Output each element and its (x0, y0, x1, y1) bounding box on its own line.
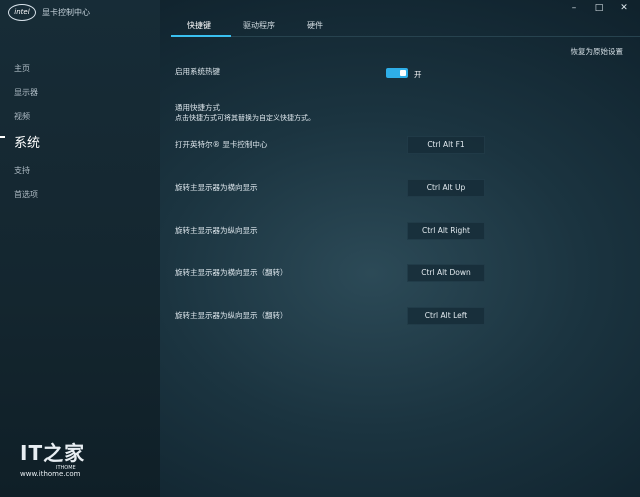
shortcut-label: 旋转主显示器为纵向显示（翻转） (175, 311, 288, 320)
shortcut-label: 旋转主显示器为横向显示（翻转） (175, 268, 288, 277)
sidebar-item-video[interactable]: 视频 (0, 105, 160, 129)
tab-hotkeys[interactable]: 快捷键 (171, 16, 227, 36)
enable-hotkeys-toggle[interactable] (386, 68, 408, 78)
sidebar-item-system[interactable]: 系统 (0, 129, 160, 159)
shortcut-key-button[interactable]: Ctrl Alt Left (407, 307, 485, 325)
shortcut-key-button[interactable]: Ctrl Alt Down (407, 264, 485, 282)
ithome-watermark: IT之家 ITHOME www.ithome.com (18, 437, 98, 479)
toggle-state-text: 开 (414, 70, 422, 79)
brand: intel 显卡控制中心 (8, 4, 90, 21)
shortcut-key-button[interactable]: Ctrl Alt F1 (407, 136, 485, 154)
toggle-knob (400, 70, 406, 76)
minimize-icon[interactable]: – (568, 2, 580, 14)
sidebar: intel 显卡控制中心 主页 显示器 视频 系统 支持 首选项 (0, 0, 160, 497)
enable-hotkeys-label: 启用系统热键 (175, 67, 220, 76)
shortcut-label: 旋转主显示器为纵向显示 (175, 226, 258, 235)
tab-hardware[interactable]: 硬件 (291, 16, 339, 36)
app-title: 显卡控制中心 (42, 8, 90, 17)
tab-bar: 快捷键 驱动程序 硬件 (171, 16, 339, 36)
restore-defaults-link[interactable]: 恢复为原始设置 (571, 46, 624, 57)
maximize-icon[interactable]: □ (593, 2, 605, 14)
close-icon[interactable]: ✕ (618, 2, 630, 14)
sidebar-item-preferences[interactable]: 首选项 (0, 183, 160, 207)
sidebar-item-display[interactable]: 显示器 (0, 81, 160, 105)
sidebar-nav: 主页 显示器 视频 系统 支持 首选项 (0, 57, 160, 207)
watermark-logo: IT之家 (20, 441, 86, 465)
tab-divider (171, 36, 640, 37)
sidebar-item-home[interactable]: 主页 (0, 57, 160, 81)
shortcut-key-button[interactable]: Ctrl Alt Up (407, 179, 485, 197)
shortcut-label: 打开英特尔® 显卡控制中心 (175, 140, 268, 149)
common-shortcuts-heading: 通用快捷方式 (175, 103, 220, 112)
tab-drivers[interactable]: 驱动程序 (227, 16, 291, 36)
sidebar-item-support[interactable]: 支持 (0, 159, 160, 183)
watermark-url: www.ithome.com (20, 470, 81, 478)
shortcut-key-button[interactable]: Ctrl Alt Right (407, 222, 485, 240)
active-tab-indicator (171, 35, 231, 37)
common-shortcuts-hint: 点击快捷方式可将其替换为自定义快捷方式。 (175, 114, 315, 122)
intel-logo-icon: intel (8, 4, 36, 21)
window-controls: – □ ✕ (568, 2, 630, 14)
shortcut-label: 旋转主显示器为横向显示 (175, 183, 258, 192)
